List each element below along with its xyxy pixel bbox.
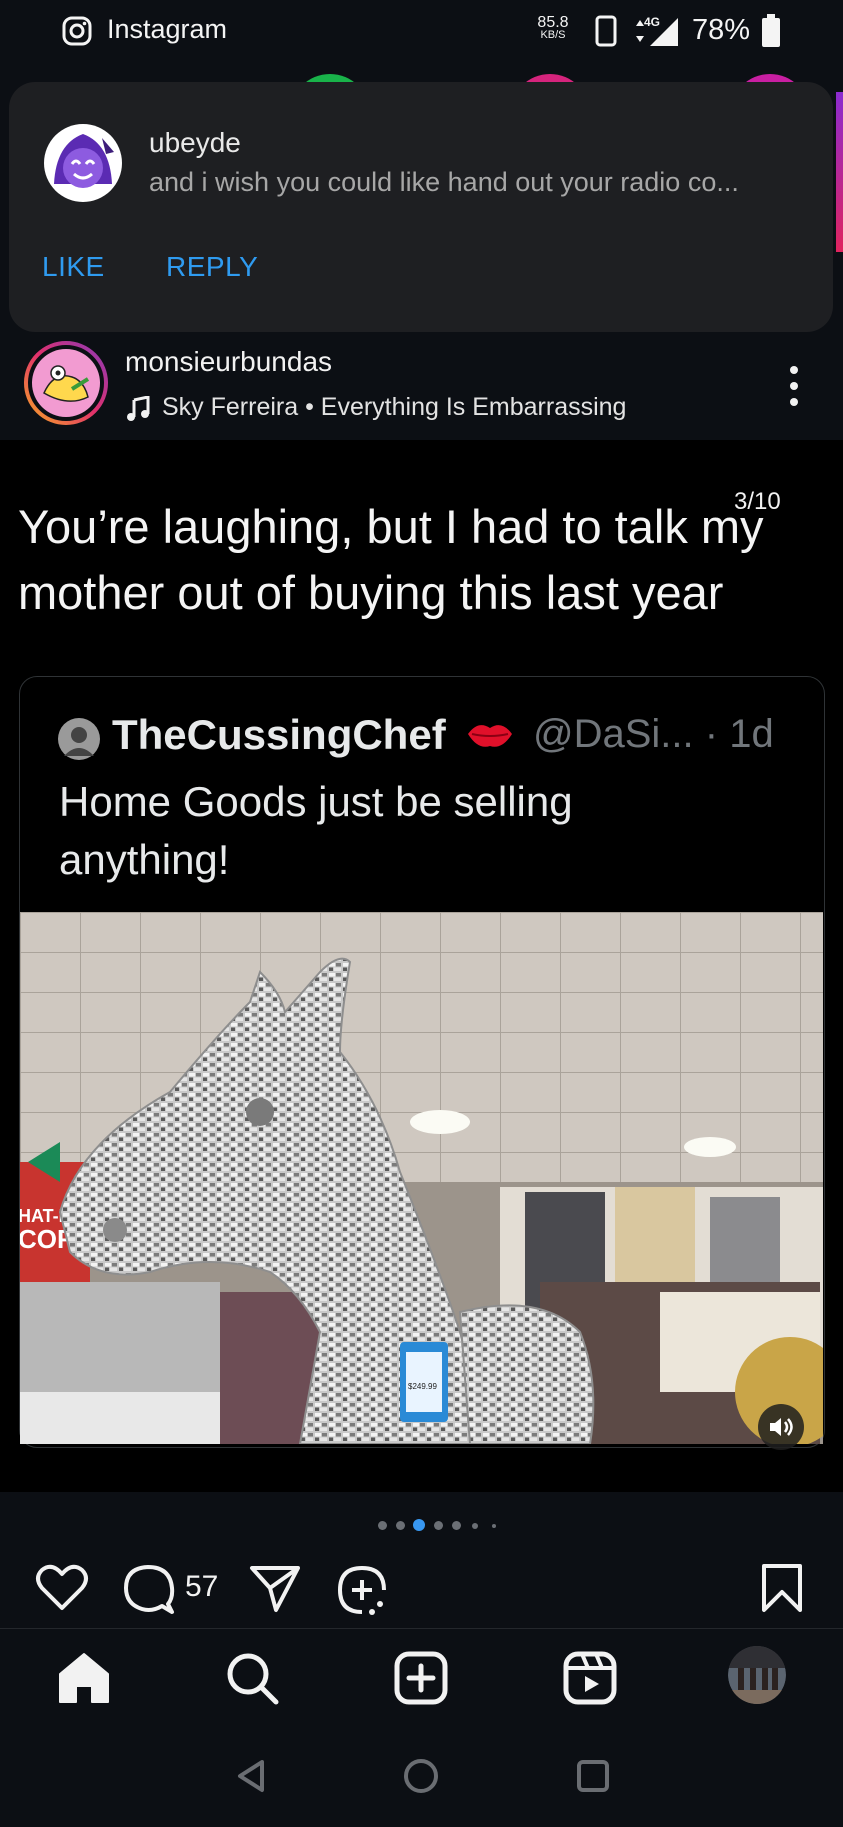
- carousel-dot: [434, 1521, 443, 1530]
- reels-icon[interactable]: [560, 1648, 620, 1708]
- music-note-icon: [127, 396, 150, 421]
- battery-percentage: 78%: [692, 14, 751, 46]
- share-icon[interactable]: [248, 1562, 302, 1614]
- status-app-name: Instagram: [107, 14, 228, 44]
- vibrate-icon: [595, 15, 617, 47]
- carousel-dot: [396, 1521, 405, 1530]
- carousel-dot: [378, 1521, 387, 1530]
- home-circle-icon[interactable]: [401, 1756, 441, 1796]
- svg-text:4G: 4G: [644, 15, 660, 29]
- carousel-dot: [472, 1523, 478, 1529]
- story-ring-edge: [836, 92, 843, 252]
- search-icon[interactable]: [222, 1648, 282, 1708]
- like-message-button[interactable]: LIKE: [42, 251, 105, 283]
- create-icon[interactable]: [391, 1648, 451, 1708]
- remix-icon[interactable]: [334, 1562, 390, 1618]
- tweet-handle-time: @DaSi... · 1d: [533, 712, 774, 756]
- tweet-text-line: Home Goods just be selling: [59, 778, 573, 825]
- instagram-icon: [62, 16, 92, 46]
- home-icon[interactable]: [54, 1648, 114, 1708]
- tweet-photo: HAT-FUN COR $249.99: [20, 912, 823, 1444]
- carousel-dot: [492, 1524, 496, 1528]
- network-speed: 85.8 KB/S: [533, 14, 573, 42]
- carousel-counter: 3/10: [734, 488, 781, 515]
- back-icon[interactable]: [232, 1756, 272, 1796]
- post-music-label[interactable]: Sky Ferreira • Everything Is Embarrassin…: [162, 393, 626, 422]
- net-speed-value: 85.8: [537, 14, 569, 31]
- speaker-icon: [770, 1418, 793, 1436]
- carousel-dot: [452, 1521, 461, 1530]
- notification-message: and i wish you could like hand out your …: [149, 167, 739, 197]
- lips-emoji-icon: [468, 725, 512, 747]
- more-options-icon[interactable]: [784, 364, 804, 408]
- post-author-avatar[interactable]: [24, 341, 108, 425]
- bookmark-icon[interactable]: [760, 1562, 804, 1614]
- price-tag-text: $249.99: [408, 1382, 437, 1391]
- comment-icon[interactable]: [122, 1562, 178, 1616]
- tweet-text: Home Goods just be selling anything!: [59, 773, 759, 889]
- profile-avatar[interactable]: [728, 1646, 786, 1704]
- battery-icon: [762, 14, 780, 47]
- reply-message-button[interactable]: REPLY: [166, 251, 258, 283]
- post-username[interactable]: monsieurbundas: [125, 346, 332, 378]
- post-caption: You’re laughing, but I had to talk my mo…: [18, 494, 818, 626]
- caption-line: mother out of buying this last year: [18, 566, 724, 619]
- heart-icon[interactable]: [34, 1562, 90, 1612]
- caption-line: You’re laughing, but I had to talk my: [18, 500, 764, 553]
- sound-toggle-button[interactable]: [758, 1404, 804, 1450]
- carousel-dot-active: [413, 1519, 425, 1531]
- recents-icon[interactable]: [573, 1756, 613, 1796]
- tweet-author-avatar: [58, 718, 100, 760]
- tweet-text-line: anything!: [59, 836, 230, 883]
- message-notification[interactable]: [9, 82, 833, 332]
- tweet-display-name: TheCussingChef: [112, 711, 446, 758]
- notification-username: ubeyde: [149, 127, 241, 158]
- signal-icon: 4G: [636, 15, 678, 46]
- notification-avatar: [44, 124, 122, 202]
- comment-count[interactable]: 57: [185, 1570, 218, 1604]
